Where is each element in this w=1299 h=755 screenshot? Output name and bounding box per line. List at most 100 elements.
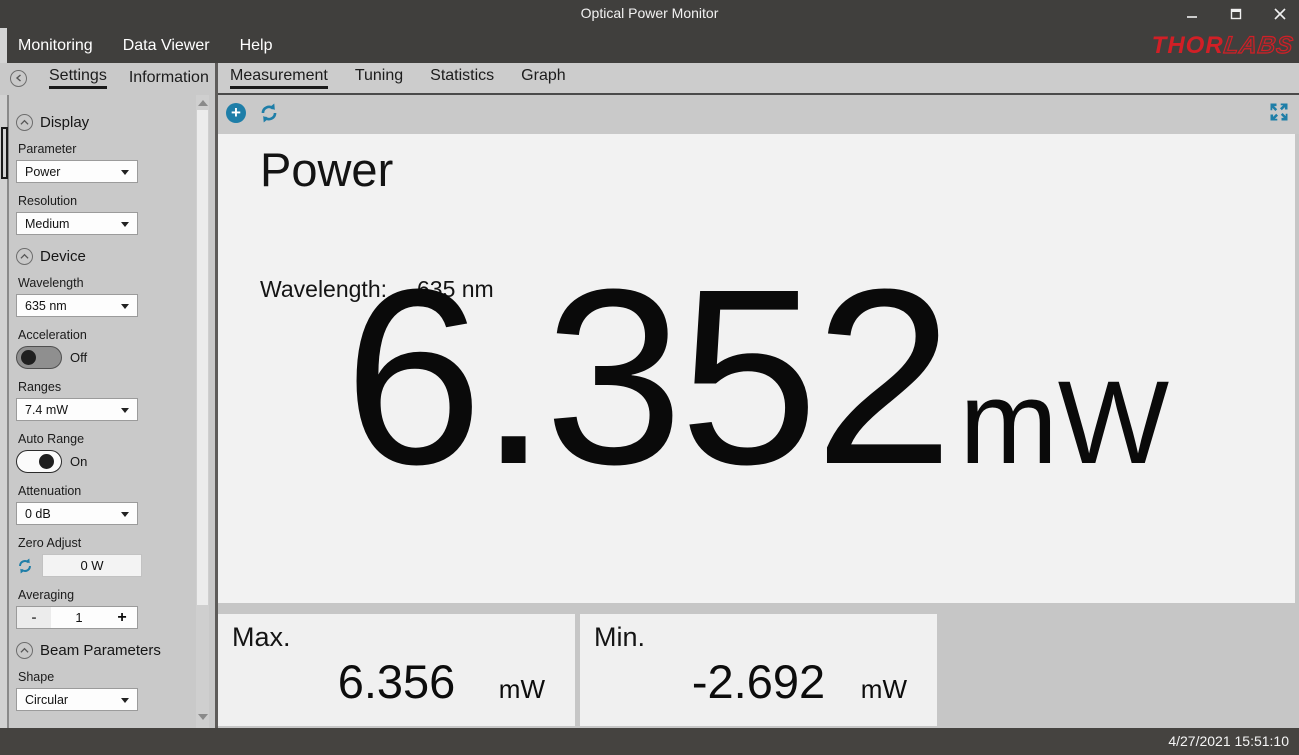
maximize-icon[interactable] [1225, 3, 1247, 25]
chevron-up-icon [20, 647, 29, 654]
resolution-value: Medium [25, 217, 69, 231]
settings-sidebar: Display Parameter Power Resolution Mediu… [0, 95, 215, 728]
chevron-up-icon [20, 253, 29, 260]
shape-value: Circular [25, 693, 68, 707]
resolution-label: Resolution [16, 194, 188, 208]
attenuation-value: 0 dB [25, 507, 51, 521]
section-device-title: Device [40, 248, 86, 265]
window-title: Optical Power Monitor [0, 5, 1299, 21]
toggle-knob [21, 350, 36, 365]
min-label: Min. [594, 622, 645, 653]
acceleration-label: Acceleration [16, 328, 188, 342]
logo-thor-text: THOR [1152, 32, 1224, 60]
tab-graph[interactable]: Graph [521, 67, 565, 89]
minimize-icon[interactable] [1181, 3, 1203, 25]
ranges-select[interactable]: 7.4 mW [16, 398, 138, 421]
ranges-value: 7.4 mW [25, 403, 68, 417]
chevron-down-icon [121, 222, 129, 227]
auto-range-label: Auto Range [16, 432, 188, 446]
tab-information[interactable]: Information [129, 69, 209, 88]
sidebar-collapse-button[interactable] [10, 70, 27, 87]
power-display-panel: Power Wavelength:635 nm 6.352 mW [218, 134, 1295, 603]
section-display: Display [16, 114, 188, 131]
averaging-label: Averaging [16, 588, 188, 602]
max-unit: mW [499, 674, 545, 705]
zero-adjust-input[interactable]: 0 W [42, 554, 142, 577]
wavelength-value: 635 nm [25, 299, 67, 313]
menu-monitoring[interactable]: Monitoring [18, 37, 93, 55]
window-controls [1181, 0, 1291, 28]
dock-handle[interactable] [1, 127, 8, 179]
tab-measurement[interactable]: Measurement [230, 67, 328, 89]
collapse-beam-parameters-button[interactable] [16, 642, 33, 659]
section-beam-parameters: Beam Parameters [16, 642, 188, 659]
dock-edge-strip [0, 95, 9, 728]
parameter-value: Power [25, 165, 60, 179]
min-card: Min. -2.692 mW [580, 614, 937, 726]
thorlabs-logo: THORLABS [1152, 32, 1293, 60]
collapse-display-button[interactable] [16, 114, 33, 131]
section-display-title: Display [40, 114, 89, 131]
datetime-display: 4/27/2021 15:51:10 [1168, 733, 1289, 749]
auto-range-state: On [70, 454, 87, 469]
logo-labs-text: LABS [1222, 32, 1295, 60]
wavelength-select[interactable]: 635 nm [16, 294, 138, 317]
measurement-toolbar: + [218, 95, 1299, 134]
toggle-knob [39, 454, 54, 469]
tab-tuning[interactable]: Tuning [355, 67, 403, 89]
menu-help[interactable]: Help [240, 37, 273, 55]
section-beam-parameters-title: Beam Parameters [40, 642, 161, 659]
expand-icon[interactable] [1269, 102, 1289, 122]
menu-bar: Monitoring Data Viewer Help THORLABS [0, 28, 1299, 63]
parameter-title: Power [260, 142, 393, 197]
max-label: Max. [232, 622, 291, 653]
attenuation-select[interactable]: 0 dB [16, 502, 138, 525]
averaging-increment-button[interactable]: + [107, 609, 137, 627]
chevron-down-icon [121, 170, 129, 175]
averaging-stepper: - 1 + [16, 606, 138, 629]
add-icon[interactable]: + [226, 103, 246, 123]
acceleration-toggle[interactable] [16, 346, 62, 369]
zero-adjust-refresh-icon[interactable] [16, 557, 34, 575]
chevron-down-icon [121, 304, 129, 309]
max-card: Max. 6.356 mW [218, 614, 575, 726]
zero-adjust-value: 0 W [80, 558, 103, 573]
sidebar-tab-band: Settings Information [0, 63, 215, 95]
power-unit: mW [959, 364, 1169, 482]
zero-adjust-label: Zero Adjust [16, 536, 188, 550]
close-icon[interactable] [1269, 3, 1291, 25]
acceleration-state: Off [70, 350, 87, 365]
scrollbar-thumb[interactable] [197, 110, 208, 605]
power-reading: 6.352 mW [218, 252, 1295, 502]
wavelength-label: Wavelength [16, 276, 188, 290]
sidebar-scrollbar[interactable] [196, 95, 209, 728]
collapse-device-button[interactable] [16, 248, 33, 265]
section-device: Device [16, 248, 188, 265]
menu-edge-notch [0, 28, 7, 63]
parameter-label: Parameter [16, 142, 188, 156]
chevron-down-icon [121, 512, 129, 517]
attenuation-label: Attenuation [16, 484, 188, 498]
averaging-decrement-button[interactable]: - [17, 607, 51, 628]
scroll-up-icon[interactable] [198, 100, 208, 106]
chevron-up-icon [20, 119, 29, 126]
ranges-label: Ranges [16, 380, 188, 394]
refresh-icon[interactable] [258, 102, 280, 124]
auto-range-toggle[interactable] [16, 450, 62, 473]
status-bar: 4/27/2021 15:51:10 [0, 728, 1299, 755]
tab-settings[interactable]: Settings [49, 67, 107, 89]
title-bar: Optical Power Monitor [0, 0, 1299, 28]
averaging-value[interactable]: 1 [51, 610, 107, 625]
shape-select[interactable]: Circular [16, 688, 138, 711]
chevron-left-icon [15, 74, 23, 82]
min-unit: mW [861, 674, 907, 705]
resolution-select[interactable]: Medium [16, 212, 138, 235]
parameter-select[interactable]: Power [16, 160, 138, 183]
menu-data-viewer[interactable]: Data Viewer [123, 37, 210, 55]
chevron-down-icon [121, 408, 129, 413]
power-value: 6.352 [344, 252, 950, 502]
scroll-down-icon[interactable] [198, 714, 208, 720]
chevron-down-icon [121, 698, 129, 703]
tab-statistics[interactable]: Statistics [430, 67, 494, 89]
shape-label: Shape [16, 670, 188, 684]
